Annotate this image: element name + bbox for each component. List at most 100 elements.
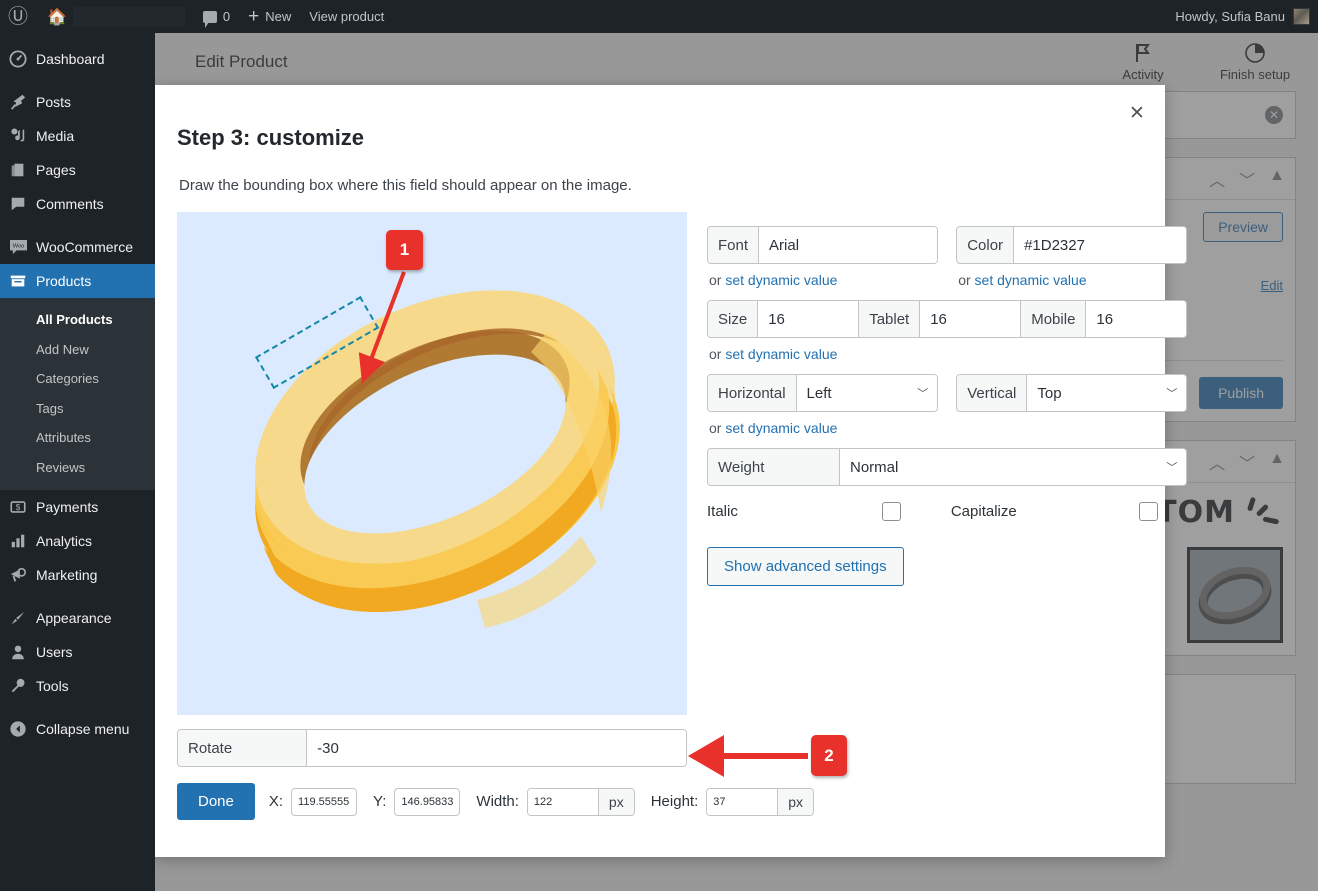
sidebar-item-products[interactable]: Products bbox=[0, 264, 155, 298]
color-set-dynamic-value-link[interactable]: set dynamic value bbox=[975, 272, 1087, 288]
wp-admin-bar: Ⓤ 🏠 0 + New View product Howdy, Sufia Ba… bbox=[0, 0, 1318, 33]
font-field-group: Font bbox=[707, 226, 939, 264]
sidebar-item-dashboard[interactable]: Dashboard bbox=[0, 42, 155, 76]
show-advanced-settings-button[interactable]: Show advanced settings bbox=[707, 547, 904, 586]
size-input[interactable] bbox=[758, 301, 859, 337]
sidebar-item-payments[interactable]: $ Payments bbox=[0, 490, 155, 524]
avatar bbox=[1293, 8, 1310, 25]
sidebar-item-label: Dashboard bbox=[36, 51, 105, 67]
new-content-item[interactable]: + New bbox=[239, 0, 300, 33]
sidebar-item-posts[interactable]: Posts bbox=[0, 85, 155, 119]
close-icon[interactable]: ✕ bbox=[1123, 99, 1151, 127]
x-label: X: bbox=[268, 793, 284, 810]
site-home-item[interactable]: 🏠 bbox=[38, 0, 194, 33]
account-area[interactable]: Howdy, Sufia Banu bbox=[1175, 8, 1318, 25]
view-product-item[interactable]: View product bbox=[300, 0, 393, 33]
sidebar-item-collapse-menu[interactable]: Collapse menu bbox=[0, 712, 155, 746]
sidebar-item-label: Payments bbox=[36, 499, 99, 516]
color-input[interactable] bbox=[1014, 227, 1187, 263]
sidebar-item-media[interactable]: Media bbox=[0, 119, 155, 153]
font-label: Font bbox=[708, 227, 760, 263]
font-set-dynamic-value-link[interactable]: set dynamic value bbox=[725, 272, 837, 288]
sidebar-item-label: Analytics bbox=[36, 533, 93, 550]
font-dynamic-line: or set dynamic value bbox=[709, 272, 838, 288]
sidebar-item-label: WooCommerce bbox=[36, 239, 133, 255]
sidebar-item-add-new[interactable]: Add New bbox=[0, 335, 155, 365]
modal-subtitle: Draw the bounding box where this field s… bbox=[179, 177, 632, 194]
sidebar-item-label: Appearance bbox=[36, 610, 112, 627]
height-unit: px bbox=[777, 788, 814, 815]
align-set-dynamic-value-link[interactable]: set dynamic value bbox=[725, 420, 837, 436]
sidebar-item-label: Comments bbox=[36, 196, 104, 212]
wrench-icon bbox=[0, 677, 36, 695]
sidebar-item-attributes[interactable]: Attributes bbox=[0, 423, 155, 453]
horizontal-field-group: Horizontal Left ﹀ bbox=[707, 374, 939, 412]
collapse-icon bbox=[0, 720, 36, 738]
products-submenu: All Products Add New Categories Tags Att… bbox=[0, 298, 155, 491]
admin-sidebar-menu: Dashboard Posts Media Pages Comments Woo… bbox=[0, 33, 155, 891]
sidebar-item-users[interactable]: Users bbox=[0, 635, 155, 669]
done-button[interactable]: Done bbox=[177, 783, 255, 820]
x-input[interactable] bbox=[291, 787, 358, 816]
comments-item[interactable]: 0 bbox=[194, 0, 239, 33]
italic-label: Italic bbox=[707, 503, 738, 520]
color-dynamic-line: or set dynamic value bbox=[958, 272, 1087, 288]
bounding-box-canvas[interactable] bbox=[177, 212, 687, 715]
color-field-group: Color bbox=[956, 226, 1188, 264]
width-input[interactable] bbox=[527, 788, 598, 815]
pin-icon bbox=[0, 93, 36, 111]
woo-icon: Woo bbox=[0, 239, 36, 256]
sidebar-item-tags[interactable]: Tags bbox=[0, 394, 155, 424]
capitalize-label: Capitalize bbox=[950, 503, 1017, 520]
size-dynamic-line: or set dynamic value bbox=[709, 346, 838, 362]
sidebar-item-label: Users bbox=[36, 644, 73, 661]
sidebar-item-label: Posts bbox=[36, 94, 72, 110]
sidebar-item-pages[interactable]: Pages bbox=[0, 153, 155, 187]
sidebar-item-analytics[interactable]: Analytics bbox=[0, 524, 155, 558]
field-settings-form: Font or set dynamic value Color or set d… bbox=[707, 212, 1188, 715]
rotate-label: Rotate bbox=[178, 730, 308, 766]
height-input[interactable] bbox=[707, 788, 778, 815]
width-label: Width: bbox=[476, 793, 519, 810]
style-checkbox-row: Italic Capitalize bbox=[707, 502, 1187, 521]
annotation-badge-1: 1 bbox=[386, 230, 423, 270]
sidebar-item-woocommerce[interactable]: Woo WooCommerce bbox=[0, 230, 155, 264]
media-icon bbox=[0, 127, 36, 145]
bounding-box-footer: Done X: Y: Width: px Height: px bbox=[155, 767, 1165, 820]
italic-checkbox[interactable] bbox=[881, 502, 901, 521]
sidebar-item-all-products[interactable]: All Products bbox=[0, 305, 155, 335]
horizontal-select[interactable]: Left bbox=[796, 375, 938, 411]
sidebar-item-marketing[interactable]: Marketing bbox=[0, 558, 155, 592]
y-label: Y: bbox=[373, 793, 387, 810]
rotate-input[interactable] bbox=[307, 730, 686, 766]
sidebar-item-tools[interactable]: Tools bbox=[0, 669, 155, 703]
weight-select[interactable]: Normal bbox=[840, 449, 1187, 485]
vertical-label: Vertical bbox=[957, 375, 1028, 411]
new-label: New bbox=[265, 9, 292, 24]
font-input[interactable] bbox=[759, 227, 938, 263]
width-field-group: px bbox=[526, 787, 635, 816]
vertical-select[interactable]: Top bbox=[1027, 375, 1187, 411]
size-label: Size bbox=[708, 301, 759, 337]
sidebar-item-comments[interactable]: Comments bbox=[0, 187, 155, 221]
size-field-group: Size Tablet Mobile bbox=[707, 300, 1188, 338]
sidebar-item-reviews[interactable]: Reviews bbox=[0, 453, 155, 483]
size-set-dynamic-value-link[interactable]: set dynamic value bbox=[725, 346, 837, 362]
analytics-icon bbox=[0, 532, 36, 550]
height-label: Height: bbox=[650, 793, 699, 810]
mobile-input[interactable] bbox=[1086, 301, 1187, 337]
capitalize-checkbox[interactable] bbox=[1138, 502, 1158, 521]
ring-product-image bbox=[255, 290, 620, 628]
align-dynamic-line: or set dynamic value bbox=[709, 420, 838, 436]
home-icon: 🏠 bbox=[47, 8, 67, 26]
page-icon bbox=[0, 161, 36, 179]
wordpress-logo-icon[interactable]: Ⓤ bbox=[0, 0, 38, 33]
sidebar-item-appearance[interactable]: Appearance bbox=[0, 601, 155, 635]
sidebar-item-categories[interactable]: Categories bbox=[0, 364, 155, 394]
color-label: Color bbox=[957, 227, 1015, 263]
comment-bubble-icon bbox=[202, 10, 217, 28]
y-input[interactable] bbox=[394, 787, 461, 816]
products-icon bbox=[0, 272, 36, 290]
site-name-redacted bbox=[72, 6, 185, 27]
tablet-input[interactable] bbox=[920, 301, 1021, 337]
